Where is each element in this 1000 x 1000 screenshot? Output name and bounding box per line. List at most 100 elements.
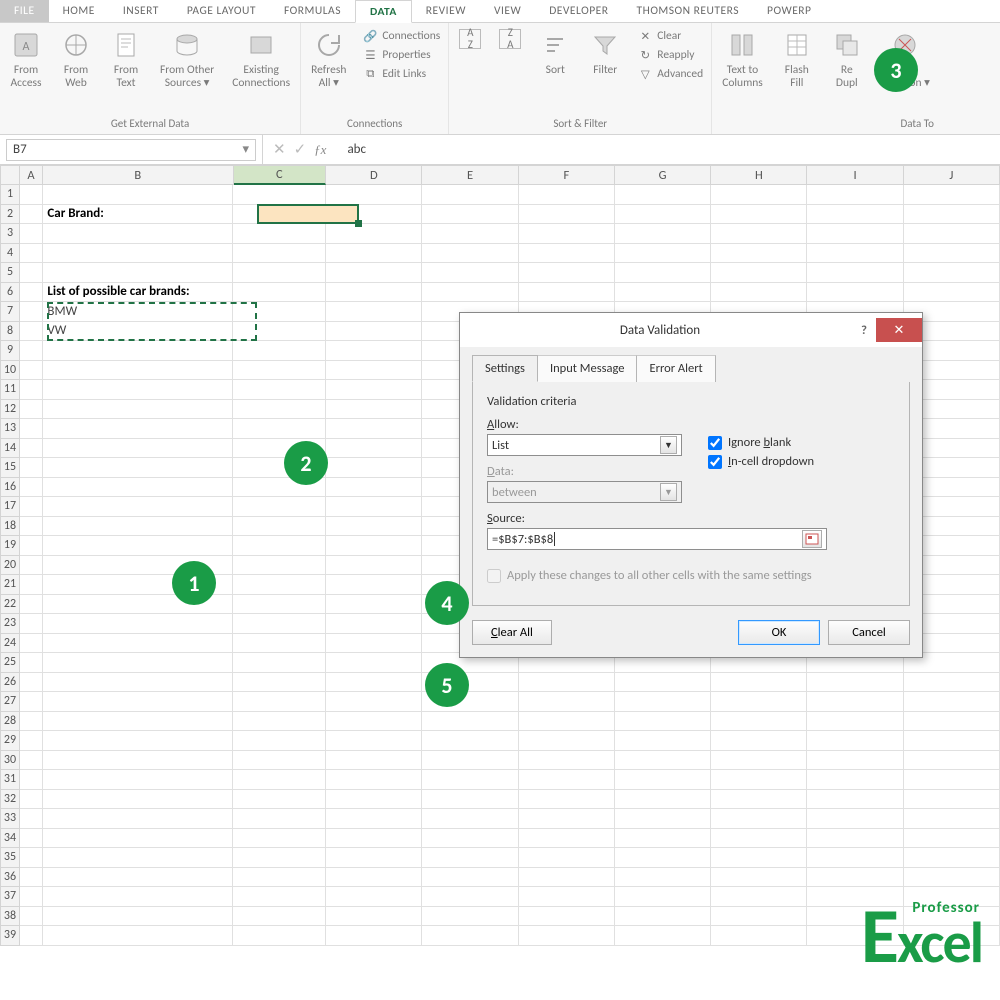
cell-F38[interactable] — [519, 907, 615, 927]
from-text-button[interactable]: From Text — [106, 27, 146, 91]
cell-F28[interactable] — [519, 712, 615, 732]
col-header-E[interactable]: E — [422, 165, 518, 185]
cell-B15[interactable] — [43, 458, 233, 478]
cell-E3[interactable] — [422, 224, 518, 244]
cell-F31[interactable] — [519, 770, 615, 790]
cell-D16[interactable] — [326, 478, 422, 498]
cell-F33[interactable] — [519, 809, 615, 829]
row-header[interactable]: 12 — [0, 400, 20, 420]
row-header[interactable]: 5 — [0, 263, 20, 283]
cell-D4[interactable] — [326, 244, 422, 264]
cell-B1[interactable] — [43, 185, 233, 205]
cell-B11[interactable] — [43, 380, 233, 400]
cell-I33[interactable] — [807, 809, 903, 829]
cell-A2[interactable] — [20, 205, 43, 225]
cell-G37[interactable] — [615, 887, 711, 907]
cell-H6[interactable] — [711, 283, 807, 303]
row-header[interactable]: 13 — [0, 419, 20, 439]
cell-B27[interactable] — [43, 692, 233, 712]
cell-G1[interactable] — [615, 185, 711, 205]
cell-J6[interactable] — [904, 283, 1000, 303]
cell-C18[interactable] — [233, 517, 326, 537]
cell-C36[interactable] — [233, 868, 326, 888]
cell-G31[interactable] — [615, 770, 711, 790]
cell-B38[interactable] — [43, 907, 233, 927]
cell-B7[interactable]: BMW — [43, 302, 233, 322]
cell-D31[interactable] — [326, 770, 422, 790]
row-header[interactable]: 15 — [0, 458, 20, 478]
cell-C27[interactable] — [233, 692, 326, 712]
chevron-down-icon[interactable]: ▼ — [660, 436, 677, 454]
cell-A22[interactable] — [20, 595, 43, 615]
cancel-entry-icon[interactable]: ✕ — [273, 140, 286, 159]
cell-H36[interactable] — [711, 868, 807, 888]
cell-J30[interactable] — [904, 751, 1000, 771]
col-header-J[interactable]: J — [904, 165, 1000, 185]
remove-duplicates-button[interactable]: Re Dupl — [827, 27, 867, 91]
cell-C8[interactable] — [233, 322, 326, 342]
cell-A12[interactable] — [20, 400, 43, 420]
cell-D11[interactable] — [326, 380, 422, 400]
cell-A34[interactable] — [20, 829, 43, 849]
cell-B24[interactable] — [43, 634, 233, 654]
cell-A13[interactable] — [20, 419, 43, 439]
row-header[interactable]: 39 — [0, 926, 20, 946]
cell-D38[interactable] — [326, 907, 422, 927]
cell-A33[interactable] — [20, 809, 43, 829]
cell-F34[interactable] — [519, 829, 615, 849]
cell-B2[interactable]: Car Brand: — [43, 205, 233, 225]
cell-B5[interactable] — [43, 263, 233, 283]
row-header[interactable]: 28 — [0, 712, 20, 732]
tab-formulas[interactable]: FORMULAS — [270, 0, 355, 22]
cell-I35[interactable] — [807, 848, 903, 868]
cell-C10[interactable] — [233, 361, 326, 381]
row-header[interactable]: 20 — [0, 556, 20, 576]
cell-A1[interactable] — [20, 185, 43, 205]
from-web-button[interactable]: From Web — [56, 27, 96, 91]
cell-G4[interactable] — [615, 244, 711, 264]
row-header[interactable]: 1 — [0, 185, 20, 205]
cell-I29[interactable] — [807, 731, 903, 751]
cell-D32[interactable] — [326, 790, 422, 810]
cell-I5[interactable] — [807, 263, 903, 283]
cell-D1[interactable] — [326, 185, 422, 205]
cell-E34[interactable] — [422, 829, 518, 849]
row-header[interactable]: 4 — [0, 244, 20, 264]
cell-A10[interactable] — [20, 361, 43, 381]
cell-D17[interactable] — [326, 497, 422, 517]
cell-F3[interactable] — [519, 224, 615, 244]
cell-B25[interactable] — [43, 653, 233, 673]
cell-C29[interactable] — [233, 731, 326, 751]
sort-asc-button[interactable]: AZ — [455, 27, 485, 51]
cell-J2[interactable] — [904, 205, 1000, 225]
cell-B18[interactable] — [43, 517, 233, 537]
row-header[interactable]: 25 — [0, 653, 20, 673]
cell-G26[interactable] — [615, 673, 711, 693]
cell-F35[interactable] — [519, 848, 615, 868]
cell-J1[interactable] — [904, 185, 1000, 205]
cell-D25[interactable] — [326, 653, 422, 673]
cell-J3[interactable] — [904, 224, 1000, 244]
cell-B30[interactable] — [43, 751, 233, 771]
row-header[interactable]: 23 — [0, 614, 20, 634]
col-header-A[interactable]: A — [20, 165, 43, 185]
cell-C1[interactable] — [233, 185, 326, 205]
cell-I27[interactable] — [807, 692, 903, 712]
cell-D13[interactable] — [326, 419, 422, 439]
fx-icon[interactable]: ƒx — [314, 142, 326, 158]
cell-H31[interactable] — [711, 770, 807, 790]
cell-C7[interactable] — [233, 302, 326, 322]
cell-E33[interactable] — [422, 809, 518, 829]
row-header[interactable]: 21 — [0, 575, 20, 595]
cell-F1[interactable] — [519, 185, 615, 205]
cell-D12[interactable] — [326, 400, 422, 420]
tab-file[interactable]: FILE — [0, 0, 49, 22]
cell-C22[interactable] — [233, 595, 326, 615]
cell-A3[interactable] — [20, 224, 43, 244]
cell-D22[interactable] — [326, 595, 422, 615]
cell-J29[interactable] — [904, 731, 1000, 751]
cell-D36[interactable] — [326, 868, 422, 888]
filter-button[interactable]: Filter — [585, 27, 625, 79]
cell-E6[interactable] — [422, 283, 518, 303]
cell-H2[interactable] — [711, 205, 807, 225]
